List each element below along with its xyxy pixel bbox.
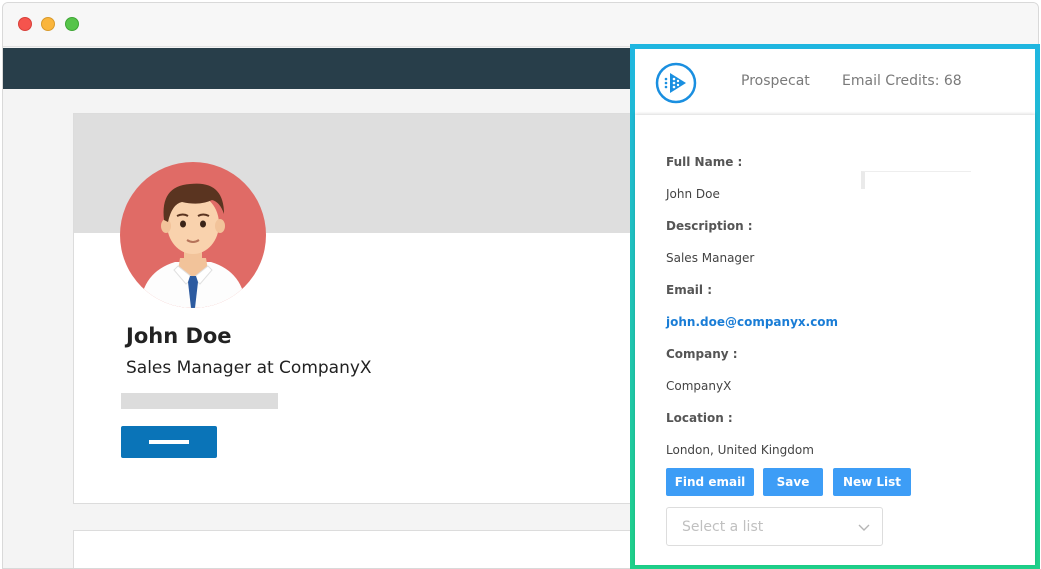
email-credits: Email Credits: 68 [842,73,962,89]
profile-card: John Doe Sales Manager at CompanyX [73,113,693,504]
close-window-button[interactable] [18,17,32,31]
extension-body: Full Name : John Doe Description : Sales… [635,115,1035,565]
location-value: London, United Kingdom [666,443,814,457]
description-value: Sales Manager [666,251,755,265]
email-label: Email : [666,283,713,297]
chevron-down-icon [858,524,870,531]
full-name-value: John Doe [666,187,720,201]
extension-brand-name: Prospecat [741,73,810,89]
minimize-window-button[interactable] [41,17,55,31]
prospecat-extension-panel: Prospecat Email Credits: 68 Full Name : … [630,44,1040,569]
profile-headline: Sales Manager at CompanyX [126,358,372,378]
ghost-placeholder [861,171,971,189]
description-label: Description : [666,219,753,233]
find-email-button[interactable]: Find email [666,468,754,496]
list-select-placeholder: Select a list [682,519,764,535]
company-label: Company : [666,347,738,361]
email-value-link[interactable]: john.doe@companyx.com [666,315,838,329]
profile-placeholder-bar [121,393,278,409]
location-label: Location : [666,411,733,425]
list-select[interactable]: Select a list [666,507,883,546]
profile-name: John Doe [126,324,232,348]
full-name-label: Full Name : [666,155,743,169]
prospecat-play-logo-icon [655,62,697,104]
extension-header: Prospecat Email Credits: 68 [635,49,1035,115]
secondary-card [73,530,693,568]
maximize-window-button[interactable] [65,17,79,31]
button-placeholder-line [149,440,189,444]
avatar [120,162,266,308]
connect-button[interactable] [121,426,217,458]
new-list-button[interactable]: New List [833,468,911,496]
title-bar [3,3,1038,47]
company-value: CompanyX [666,379,732,393]
save-button[interactable]: Save [763,468,823,496]
